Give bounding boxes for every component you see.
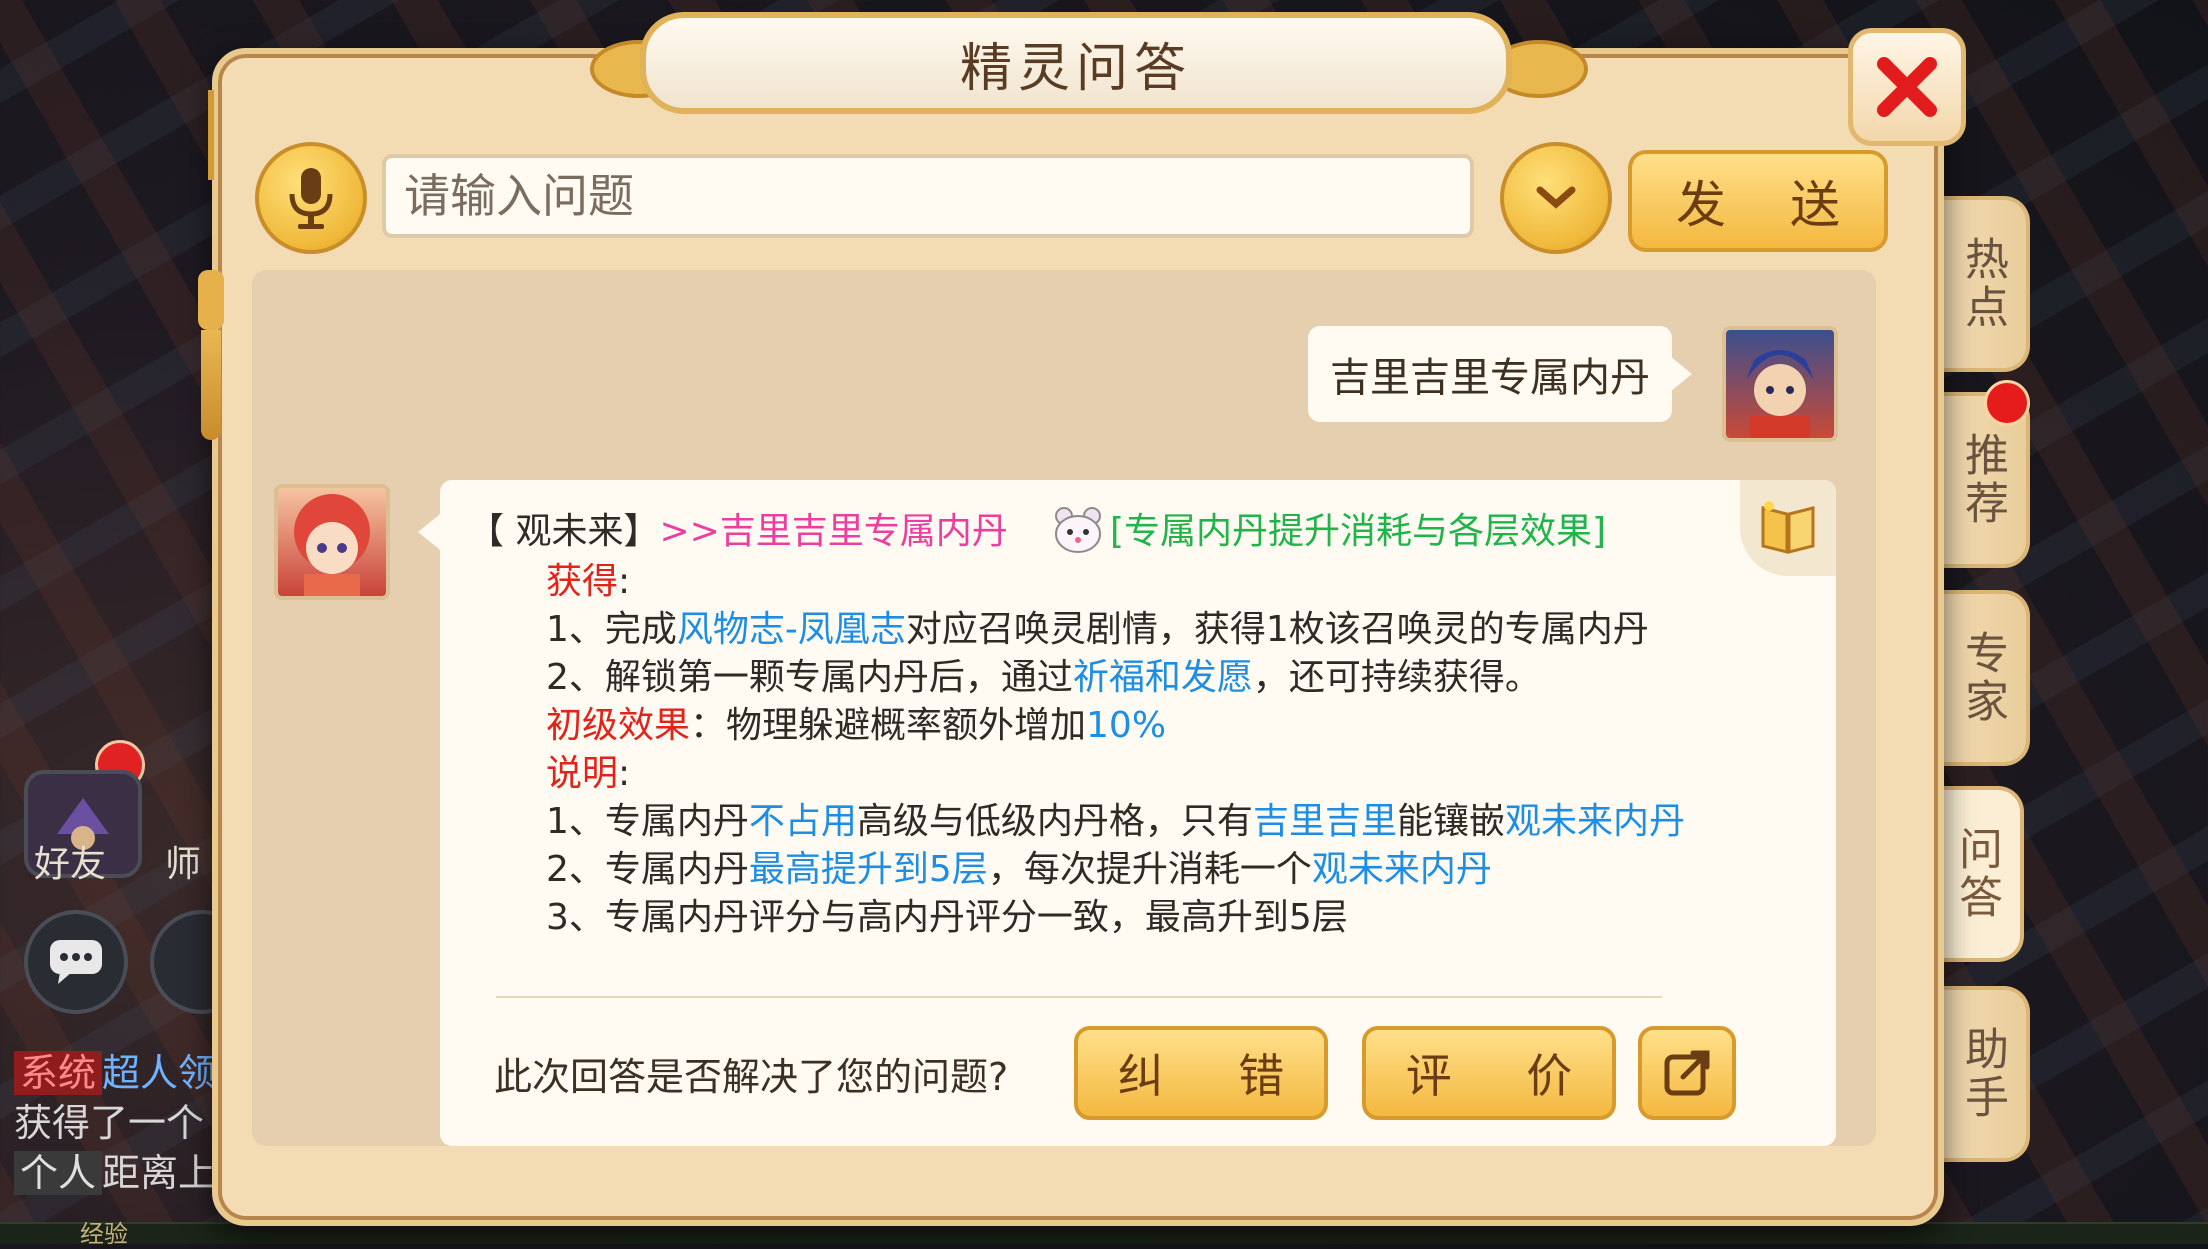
chat-bubble-icon[interactable] [24,910,128,1014]
obtain-item-2: 2、解锁第一颗专属内丹后，通过祈福和发愿，还可持续获得。 [546,657,1541,698]
player-avatar [1722,326,1838,442]
effect-line: 初级效果：物理躲避概率额外增加10% [546,705,1167,746]
bear-icon [1050,504,1106,554]
tab-expert[interactable]: 专家 [1938,590,2030,766]
guanweilai-neidan-link-1[interactable]: 观未来内丹 [1505,801,1685,842]
answer-title-link[interactable]: >>吉里吉里专属内丹 [659,511,1007,552]
chat-line-system: 系统 超人领 [14,1042,216,1097]
tab-hot[interactable]: 热点 [1938,196,2030,372]
chat-line-personal: 个人 距离上 [14,1142,216,1197]
note-header: 说明: [546,753,631,794]
chat-line-2: 获得了一个 [14,1101,205,1145]
answer-header: 【 观未来】>>吉里吉里专属内丹 [468,502,1008,554]
close-icon [1877,57,1937,117]
tab-qa[interactable]: 问答 [1932,786,2024,962]
title-plate: 精灵问答 [640,12,1512,114]
share-button[interactable] [1638,1026,1736,1120]
master-label[interactable]: 师 [165,835,201,887]
blessing-wish-link[interactable]: 祈福和发愿 [1073,657,1253,698]
friend-label[interactable]: 好友 [34,835,106,887]
answer-card: 【 观未来】>>吉里吉里专属内丹 [专属内丹提升消耗与各层效果] 获得: 1、完… [418,480,1836,1146]
dialog-title: 精灵问答 [959,38,1192,99]
obtain-header: 获得: [546,561,631,602]
fengwuzhi-link[interactable]: 风物志-凤凰志 [677,609,906,650]
rate-button[interactable]: 评 价 [1362,1026,1616,1120]
voice-input-button[interactable] [255,142,367,254]
question-input[interactable] [382,154,1474,238]
note-item-2: 2、专属内丹最高提升到5层，每次提升消耗一个观未来内丹 [546,849,1492,890]
recommend-notification-dot [1984,380,2030,426]
spirit-avatar [274,484,390,600]
history-dropdown-button[interactable] [1500,142,1612,254]
close-button[interactable] [1848,28,1966,146]
tassel-decoration [198,90,224,440]
share-icon [1664,1050,1710,1096]
jilijili-link[interactable]: 吉里吉里 [1253,801,1397,842]
send-button[interactable]: 发 送 [1628,150,1888,252]
book-icon[interactable] [1740,480,1836,576]
source-tag: 【 观未来】 [468,511,660,552]
obtain-item-1: 1、完成风物志-凤凰志对应召唤灵剧情，获得1枚该召唤灵的专属内丹 [546,609,1649,650]
tab-assistant[interactable]: 助手 [1938,986,2030,1162]
chevron-down-icon [1536,186,1576,209]
microphone-icon [289,168,333,229]
feedback-divider [496,996,1662,998]
feedback-question: 此次回答是否解决了您的问题? [494,1055,1009,1099]
related-topic-link[interactable]: [专属内丹提升消耗与各层效果] [1110,502,1606,554]
correct-error-button[interactable]: 纠 错 [1074,1026,1328,1120]
note-item-3: 3、专属内丹评分与高内丹评分一致，最高升到5层 [546,897,1348,938]
note-item-1: 1、专属内丹不占用高级与低级内丹格，只有吉里吉里能镶嵌观未来内丹 [546,801,1685,842]
guanweilai-neidan-link-2[interactable]: 观未来内丹 [1312,849,1492,890]
user-question-bubble: 吉里吉里专属内丹 [1308,326,1692,422]
experience-label: 经验 [80,1220,128,1248]
